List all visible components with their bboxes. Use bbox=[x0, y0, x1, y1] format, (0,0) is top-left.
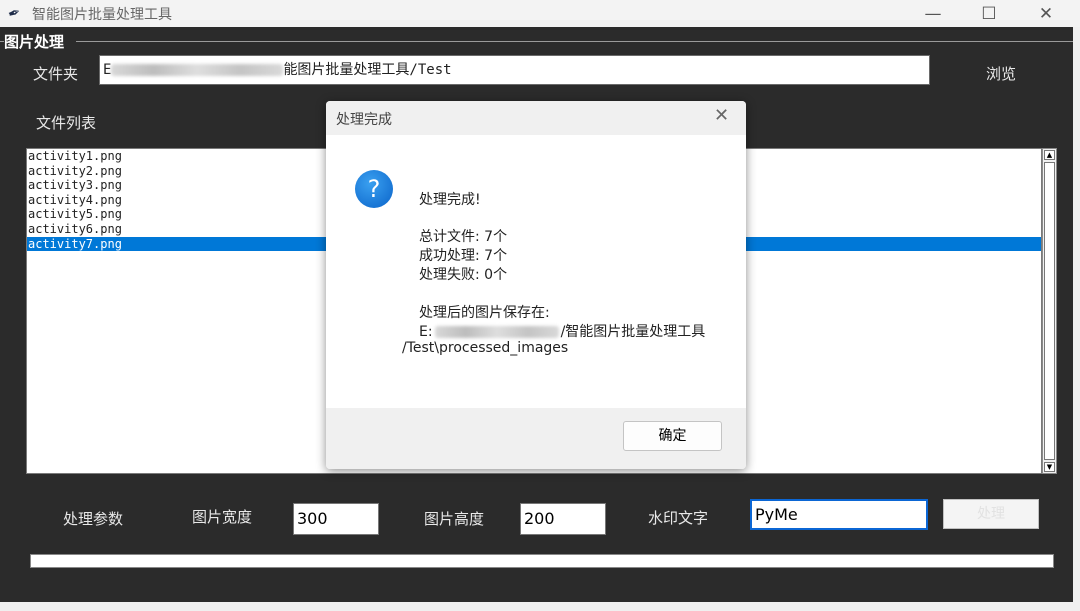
window-titlebar[interactable]: ✒ 智能图片批量处理工具 — ☐ ✕ bbox=[0, 0, 1080, 27]
dialog-path-prefix: E: bbox=[419, 324, 433, 340]
watermark-input[interactable]: PyMe bbox=[750, 499, 928, 530]
params-label: 处理参数 bbox=[63, 510, 124, 528]
dialog-success: 成功处理: 7个 bbox=[419, 248, 508, 264]
scroll-thumb[interactable] bbox=[1044, 162, 1055, 460]
dialog-footer: 确定 bbox=[326, 408, 746, 469]
list-scrollbar[interactable]: ▲ ▼ bbox=[1042, 148, 1057, 474]
dialog-close-icon[interactable]: ✕ bbox=[714, 105, 729, 126]
file-list-label: 文件列表 bbox=[36, 114, 97, 132]
frame-border bbox=[76, 41, 1073, 42]
question-icon: ? bbox=[355, 170, 393, 208]
completion-dialog: 处理完成 ✕ ? 处理完成! 总计文件: 7个 成功处理: 7个 处理失败: 0… bbox=[326, 101, 746, 469]
watermark-label: 水印文字 bbox=[648, 509, 709, 527]
maximize-button[interactable]: ☐ bbox=[961, 0, 1017, 27]
folder-path-input[interactable]: E 能图片批量处理工具/Test bbox=[99, 55, 930, 85]
minimize-button[interactable]: — bbox=[905, 0, 961, 27]
dialog-path-line1: E: /智能图片批量处理工具 bbox=[419, 321, 705, 341]
frame-label: 图片处理 bbox=[4, 33, 65, 51]
folder-path-prefix: E bbox=[103, 62, 112, 78]
redacted-path bbox=[434, 326, 559, 338]
scroll-up-icon[interactable]: ▲ bbox=[1044, 150, 1055, 160]
window-title: 智能图片批量处理工具 bbox=[32, 7, 172, 23]
dialog-title: 处理完成 bbox=[336, 112, 392, 128]
ok-button[interactable]: 确定 bbox=[623, 421, 722, 451]
feather-icon: ✒ bbox=[5, 2, 24, 24]
dialog-path-line2: /Test\processed_images bbox=[402, 340, 569, 356]
folder-path-suffix: 能图片批量处理工具/Test bbox=[283, 62, 452, 78]
process-button[interactable]: 处理 bbox=[943, 499, 1039, 529]
dialog-heading: 处理完成! bbox=[419, 192, 481, 208]
dialog-path-suffix: /智能图片批量处理工具 bbox=[560, 324, 706, 340]
dialog-failed: 处理失败: 0个 bbox=[419, 267, 508, 283]
redacted-path bbox=[111, 64, 284, 76]
progress-bar bbox=[30, 554, 1054, 568]
close-button[interactable]: ✕ bbox=[1018, 0, 1074, 27]
dialog-titlebar[interactable]: 处理完成 ✕ bbox=[326, 101, 746, 135]
folder-label: 文件夹 bbox=[33, 65, 79, 83]
width-input[interactable]: 300 bbox=[293, 503, 379, 535]
height-input[interactable]: 200 bbox=[520, 503, 606, 535]
dialog-saved-label: 处理后的图片保存在: bbox=[419, 305, 550, 321]
dialog-total: 总计文件: 7个 bbox=[419, 229, 508, 245]
width-label: 图片宽度 bbox=[192, 508, 253, 526]
height-label: 图片高度 bbox=[424, 510, 485, 528]
browse-button[interactable]: 浏览 bbox=[986, 63, 1016, 84]
scroll-down-icon[interactable]: ▼ bbox=[1044, 462, 1055, 472]
